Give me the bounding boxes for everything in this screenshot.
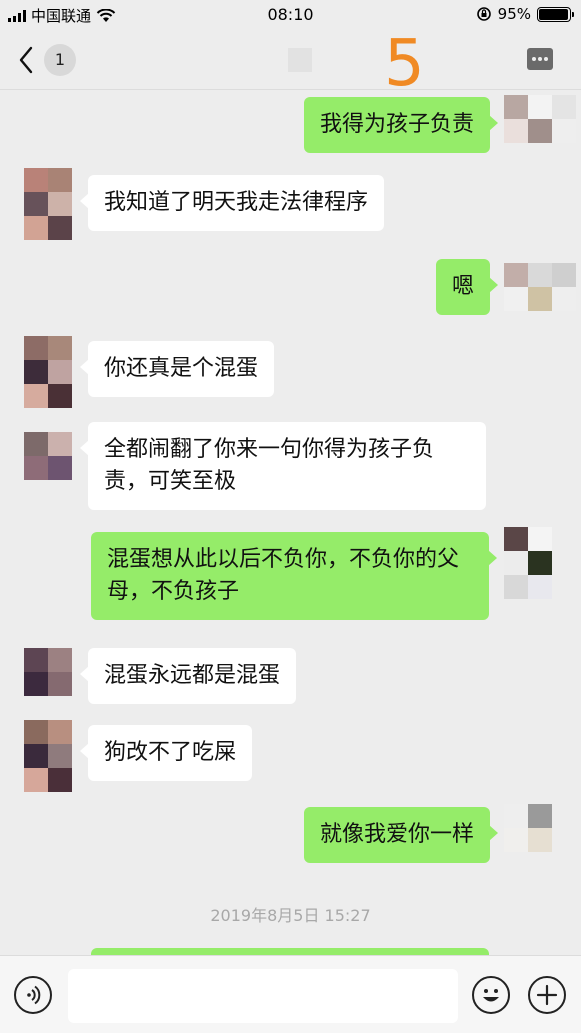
incoming-message[interactable]: 你还真是个混蛋 — [79, 341, 275, 397]
chat-title-redacted — [288, 48, 312, 72]
contact-avatar — [24, 720, 72, 792]
voice-icon — [27, 985, 41, 1005]
input-bar — [0, 955, 581, 1033]
nav-bar: 1 5 — [0, 30, 581, 96]
voice-button[interactable] — [14, 976, 52, 1014]
overlay-number: 5 — [384, 27, 425, 101]
status-bar: 中国联通 08:10 95% — [0, 0, 581, 30]
outgoing-message-partial[interactable] — [91, 948, 489, 955]
contact-avatar — [24, 648, 72, 696]
outgoing-message[interactable]: 混蛋想从此以后不负你，不负你的父母，不负孩子 — [91, 532, 497, 620]
add-icon — [536, 984, 558, 1006]
message-list[interactable]: 我得为孩子负责 我知道了明天我走法律程序 嗯 你还真是个混蛋 全都闹翻了你来一句… — [0, 90, 581, 955]
my-avatar — [504, 95, 576, 143]
incoming-message[interactable]: 混蛋永远都是混蛋 — [79, 648, 297, 704]
battery-percent: 95% — [497, 5, 531, 23]
status-right: 95% — [476, 5, 574, 23]
my-avatar — [504, 804, 552, 852]
contact-avatar — [24, 336, 72, 408]
emoji-icon — [483, 989, 499, 1002]
outgoing-message[interactable]: 我得为孩子负责 — [303, 97, 499, 153]
my-avatar — [504, 527, 552, 599]
back-chevron-icon — [19, 46, 33, 74]
emoji-button[interactable] — [472, 976, 510, 1014]
contact-avatar — [24, 168, 72, 240]
battery-level — [539, 8, 568, 20]
incoming-message[interactable]: 全都闹翻了你来一句你得为孩子负责，可笑至极 — [80, 422, 486, 510]
back-button[interactable]: 1 — [18, 44, 88, 76]
contact-avatar — [24, 432, 72, 480]
message-input[interactable] — [68, 969, 458, 1023]
outgoing-message[interactable]: 嗯 — [435, 259, 499, 315]
incoming-message[interactable]: 我知道了明天我走法律程序 — [79, 175, 385, 231]
battery-icon — [537, 6, 574, 22]
add-button[interactable] — [528, 976, 566, 1014]
my-avatar — [504, 263, 576, 311]
timestamp: 2019年8月5日 15:27 — [210, 906, 371, 925]
unread-count-badge: 1 — [44, 44, 76, 76]
orientation-lock-icon — [476, 7, 491, 21]
more-button[interactable] — [527, 48, 553, 70]
more-icon — [532, 57, 536, 61]
outgoing-message[interactable]: 就像我爱你一样 — [303, 807, 499, 863]
incoming-message[interactable]: 狗改不了吃屎 — [79, 725, 253, 781]
